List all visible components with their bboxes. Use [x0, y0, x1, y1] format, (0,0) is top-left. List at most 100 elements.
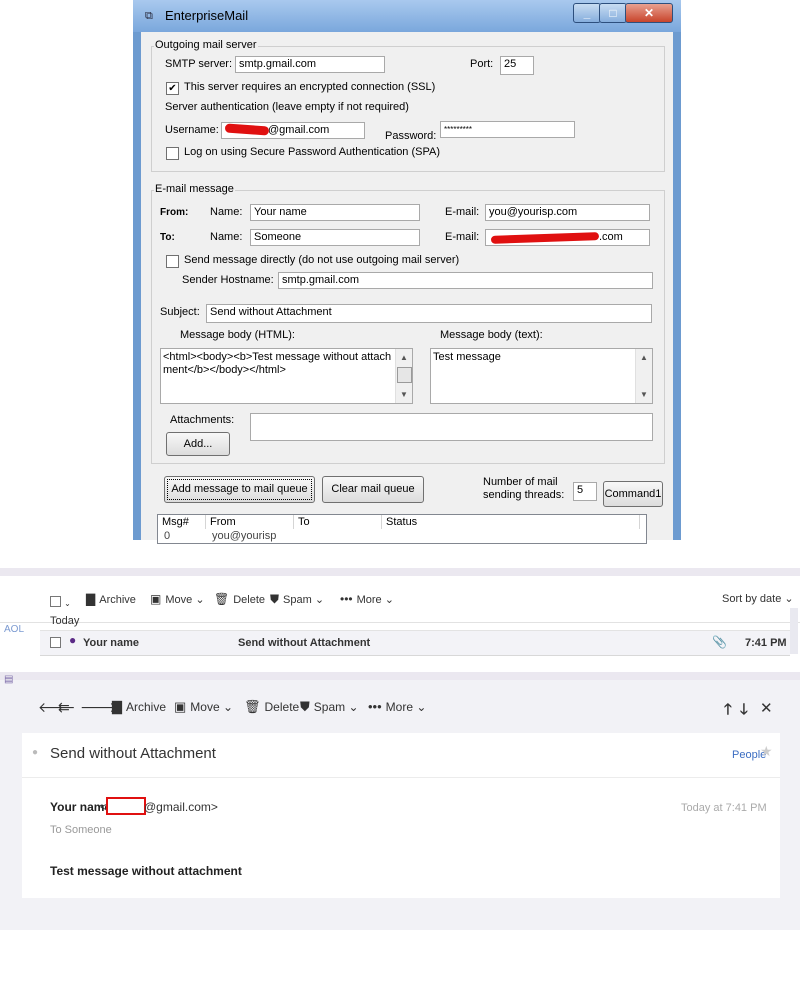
archive-button[interactable]: ▇ Archive [112, 699, 166, 715]
mail-queue-listview[interactable]: Msg# From To Status 0 you@yourisp [157, 514, 647, 544]
scroll-up-icon[interactable]: ▲ [396, 351, 412, 364]
add-to-queue-button[interactable]: Add message to mail queue [164, 476, 315, 503]
move-icon: ▣ [174, 699, 187, 714]
archive-label: Archive [126, 700, 167, 714]
dialog-client-area: Outgoing mail server SMTP server: smtp.g… [141, 32, 673, 544]
more-dots-icon: ••• [368, 699, 382, 714]
from-label: From: [160, 207, 189, 218]
column-status[interactable]: Status [382, 515, 640, 529]
from-name-input[interactable]: Your name [250, 204, 420, 221]
attachments-label: Attachments: [170, 414, 235, 426]
password-input[interactable]: ********* [440, 121, 575, 138]
text-body-textarea[interactable]: Test message ▲ ▼ [430, 348, 653, 404]
attachments-list[interactable] [250, 413, 653, 441]
reply-all-button[interactable]: ⇇ [58, 699, 70, 716]
subject-input[interactable]: Send without Attachment [206, 304, 652, 323]
app-icon: ⧉ [145, 10, 153, 22]
scroll-thumb[interactable] [397, 367, 412, 383]
scroll-down-icon[interactable]: ▼ [636, 388, 652, 401]
webmail-message-view: ▤ 🡐 ⇇ 🡒 ▇ Archive ▣ Move ⌄ 🗑 Delete ⛊ Spam ⌄… [0, 672, 800, 930]
clear-queue-button[interactable]: Clear mail queue [322, 476, 424, 503]
sort-button[interactable]: Sort by date ⌄ [722, 592, 794, 605]
paperclip-icon: 📎 [712, 635, 727, 649]
column-from[interactable]: From [206, 515, 294, 529]
spa-checkbox[interactable] [166, 147, 179, 160]
reading-pane-icon: ▤ [4, 674, 14, 685]
more-label: More [385, 700, 413, 714]
send-direct-checkbox[interactable] [166, 255, 179, 268]
row-time: 7:41 PM [745, 637, 787, 649]
from-name-label: Name: [210, 206, 243, 218]
password-label: Password: [385, 130, 437, 142]
scroll-up-icon[interactable]: ▲ [636, 351, 652, 364]
close-button[interactable]: ✕ [625, 3, 673, 23]
archive-button[interactable]: ▇ Archive [86, 592, 136, 606]
maximize-button[interactable]: □ [599, 3, 627, 23]
from-email-input[interactable]: you@yourisp.com [485, 204, 650, 221]
subject-label: Subject: [160, 306, 200, 318]
message-body-card: Your name < @gmail.com> To Someone Today… [22, 778, 780, 898]
to-email-value: .com [599, 231, 623, 243]
spam-button[interactable]: ⛊ Spam ⌄ [270, 592, 324, 607]
ssl-checkbox[interactable]: ✔ [166, 82, 179, 95]
spam-label: Spam [283, 594, 312, 606]
username-label: Username: [165, 124, 219, 136]
move-button[interactable]: ▣ Move ⌄ [174, 699, 233, 715]
checkmark-icon: ✔ [168, 83, 177, 94]
column-to[interactable]: To [294, 515, 382, 529]
sort-label: Sort by date [722, 593, 782, 605]
star-icon[interactable]: ★ [760, 743, 773, 760]
port-label: Port: [470, 58, 494, 70]
smtp-server-input[interactable]: smtp.gmail.com [235, 56, 385, 73]
aol-side-label[interactable]: AOL [4, 624, 24, 635]
to-name-input[interactable]: Someone [250, 229, 420, 246]
close-icon: ✕ [643, 6, 655, 20]
column-msg[interactable]: Msg# [158, 515, 206, 529]
chevron-down-icon: ⌄ [64, 599, 71, 608]
email-group-title: E-mail message [154, 183, 235, 195]
reply-button[interactable]: 🡐 [38, 699, 76, 716]
trash-icon: 🗑 [214, 592, 230, 606]
close-message-button[interactable]: ✕ [760, 699, 773, 717]
html-body-label: Message body (HTML): [180, 329, 295, 341]
text-body-scrollbar[interactable]: ▲ ▼ [635, 349, 652, 403]
scroll-down-icon[interactable]: ▼ [396, 388, 412, 401]
list-scrollbar[interactable] [790, 608, 798, 654]
port-input[interactable]: 25 [500, 56, 534, 75]
previous-message-button[interactable]: 🡑 [724, 699, 732, 724]
queue-cell-from: you@yourisp [212, 530, 277, 542]
reply-icon: 🡐 [38, 699, 76, 715]
threads-label-2: sending threads: [483, 489, 565, 501]
more-button[interactable]: ••• More ⌄ [340, 592, 394, 606]
select-all-checkbox[interactable]: ⌄ [50, 595, 71, 609]
title-bar[interactable]: ⧉ EnterpriseMail _ □ ✕ [133, 0, 681, 32]
to-line: To Someone [50, 824, 112, 836]
from-email-label: E-mail: [445, 206, 480, 218]
add-attachment-button[interactable]: Add... [166, 432, 230, 456]
sender-hostname-input[interactable]: smtp.gmail.com [278, 272, 653, 289]
chevron-down-icon: ⌄ [222, 700, 234, 714]
message-row[interactable]: ● Your name Send without Attachment 📎 7:… [40, 630, 790, 656]
bullet-icon: ● [32, 747, 39, 758]
maximize-icon: □ [609, 6, 617, 20]
more-button[interactable]: ••• More ⌄ [368, 699, 426, 714]
delete-label: Delete [233, 594, 266, 606]
html-body-textarea[interactable]: <html><body><b>Test message without atta… [160, 348, 413, 404]
arrow-down-icon: 🡓 [740, 701, 748, 718]
delete-button[interactable]: 🗑 Delete [244, 699, 299, 715]
next-message-button[interactable]: 🡓 [740, 699, 748, 724]
html-body-value: <html><body><b>Test message without atta… [163, 351, 392, 376]
delete-button[interactable]: 🗑 Delete [214, 592, 265, 606]
spam-button[interactable]: ⛊ Spam ⌄ [300, 699, 359, 715]
chevron-down-icon: ⌄ [384, 594, 394, 606]
hostname-label: Sender Hostname: [182, 274, 274, 286]
move-button[interactable]: ▣ Move ⌄ [150, 592, 205, 606]
row-checkbox[interactable] [50, 637, 61, 648]
delete-label: Delete [264, 700, 300, 714]
row-sender: Your name [83, 637, 140, 649]
move-label: Move [190, 700, 220, 714]
html-body-scrollbar[interactable]: ▲ ▼ [395, 349, 412, 403]
minimize-button[interactable]: _ [573, 3, 601, 23]
command1-button[interactable]: Command1 [603, 481, 663, 507]
threads-input[interactable]: 5 [573, 482, 597, 501]
